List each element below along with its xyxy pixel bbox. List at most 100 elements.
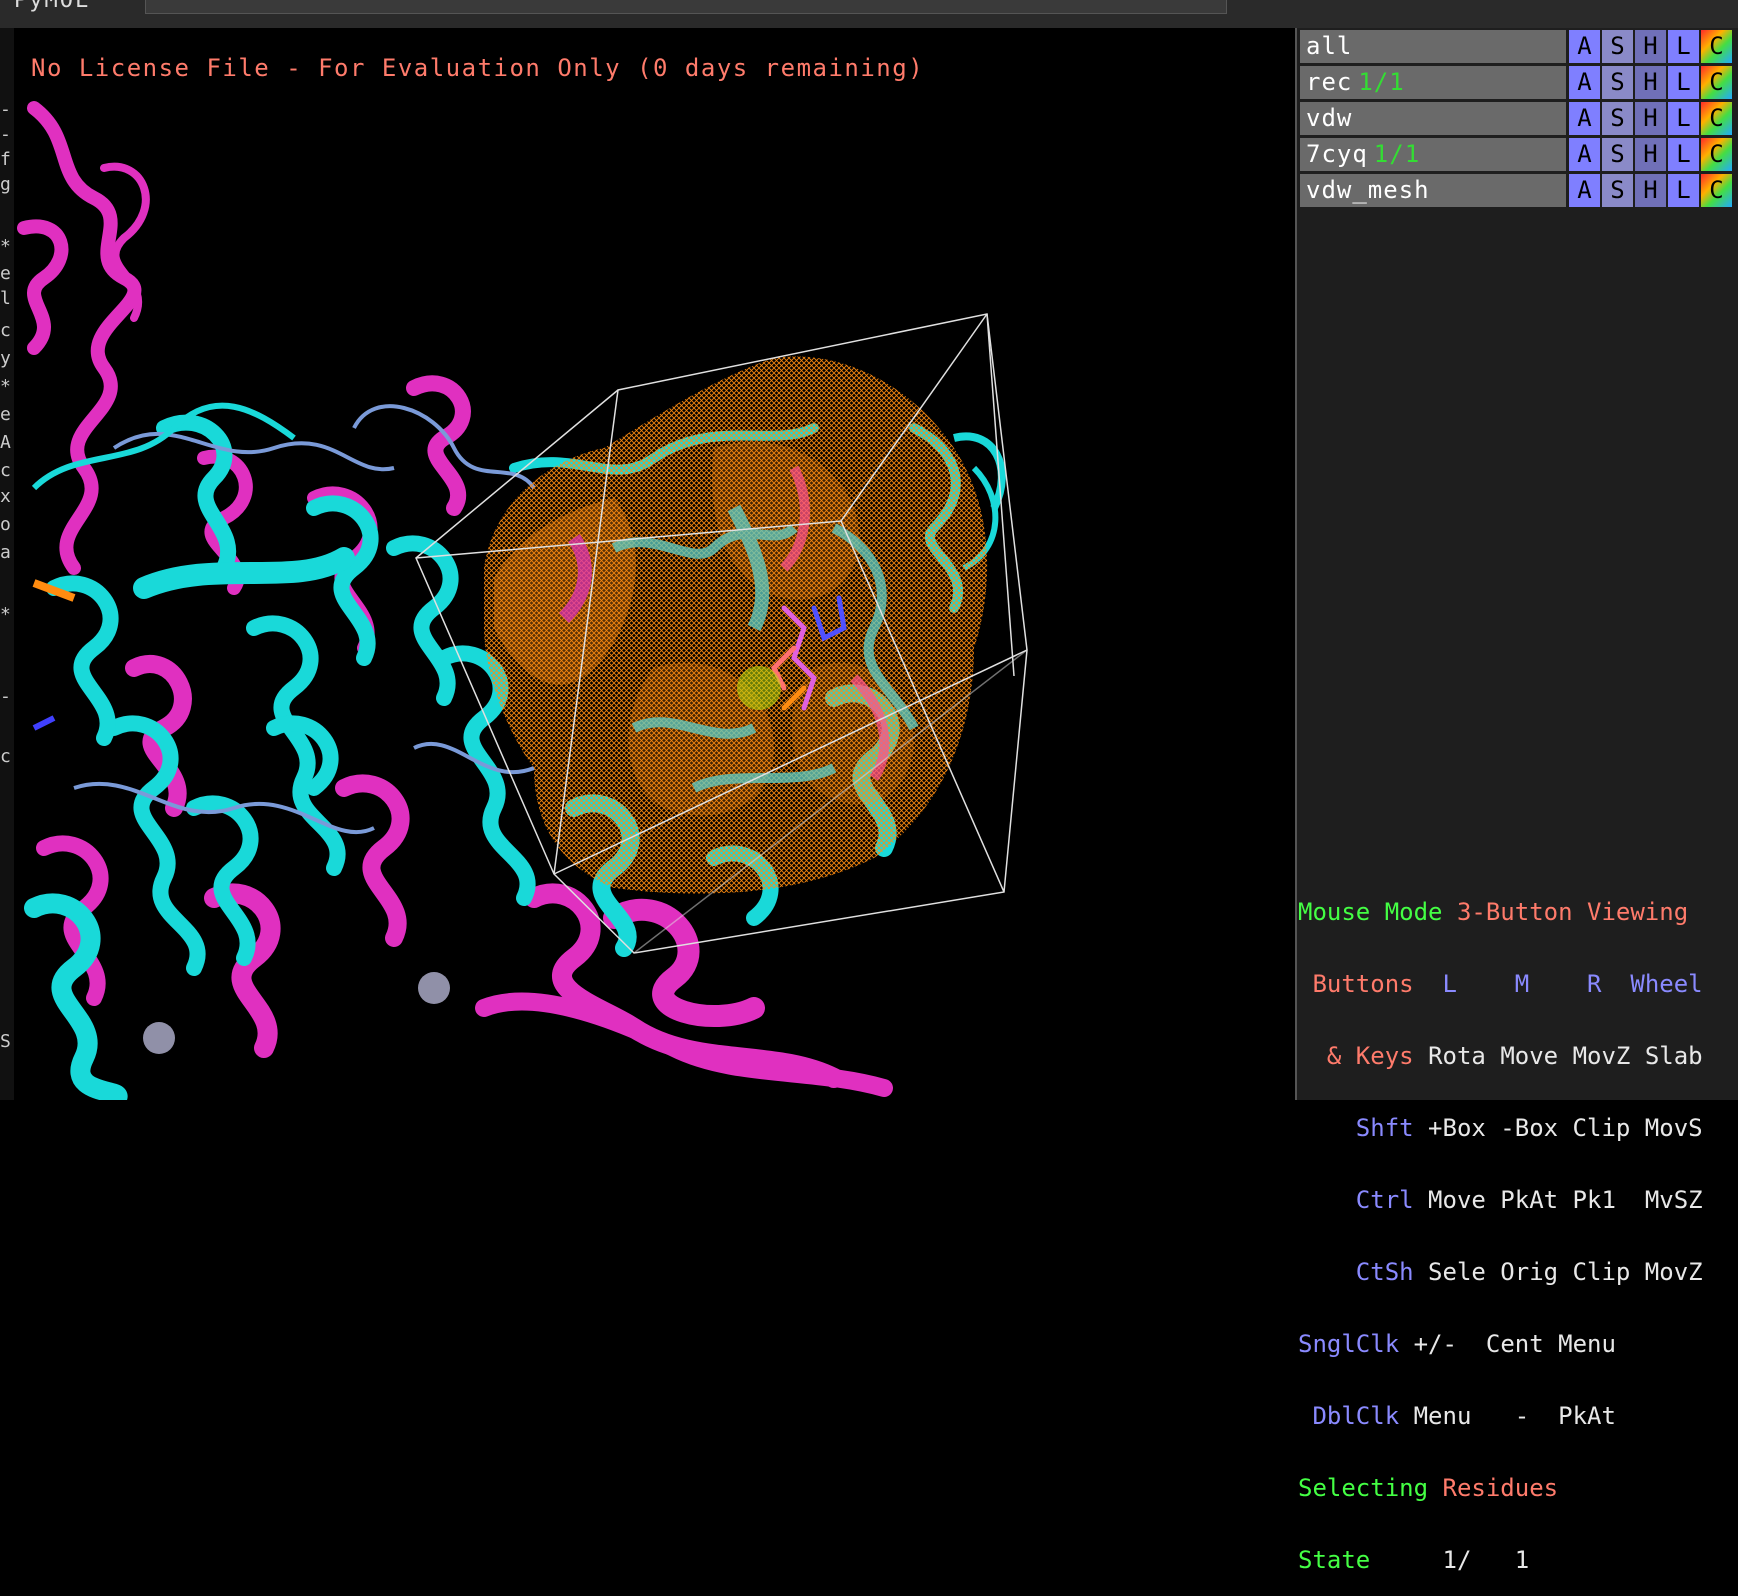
- blue-stick: [32, 715, 56, 731]
- console-char: c: [0, 320, 11, 341]
- binding: Pk1: [1572, 1186, 1616, 1214]
- label-button[interactable]: L: [1668, 138, 1699, 171]
- mouse-mode-panel[interactable]: Mouse Mode 3-Button Viewing Buttons L M …: [1298, 852, 1738, 1596]
- binding: Cent: [1485, 1330, 1544, 1358]
- object-row-vdw: vdw A S H L C: [1300, 102, 1737, 136]
- mouse-mode-value[interactable]: 3-Button Viewing: [1457, 898, 1688, 926]
- ion-sphere: [418, 972, 450, 1004]
- binding: Menu: [1558, 1330, 1616, 1358]
- col-wheel: Wheel: [1630, 970, 1703, 998]
- ion-sphere: [143, 1022, 175, 1054]
- show-button[interactable]: S: [1602, 102, 1633, 135]
- binding: +Box: [1428, 1114, 1486, 1142]
- action-button[interactable]: A: [1569, 138, 1600, 171]
- state-value: 1/: [1442, 1546, 1472, 1574]
- console-char: f: [0, 149, 11, 170]
- col-middle: M: [1514, 970, 1530, 998]
- action-button[interactable]: A: [1569, 30, 1600, 63]
- console-char: y: [0, 348, 11, 369]
- keys-label: & Keys: [1326, 1042, 1414, 1070]
- binding: Move: [1500, 1042, 1559, 1070]
- action-button[interactable]: A: [1569, 66, 1600, 99]
- console-char: x: [0, 486, 11, 507]
- console-char: l: [0, 288, 11, 309]
- label-button[interactable]: L: [1668, 66, 1699, 99]
- binding: -: [1514, 1402, 1530, 1430]
- ctsh-label: CtSh: [1355, 1258, 1414, 1286]
- binding: Menu: [1413, 1402, 1472, 1430]
- binding: Orig: [1500, 1258, 1559, 1286]
- show-button[interactable]: S: [1602, 174, 1633, 207]
- binding: MovS: [1644, 1114, 1703, 1142]
- color-button[interactable]: C: [1701, 102, 1732, 135]
- console-char: g: [0, 174, 11, 195]
- binding: +/-: [1413, 1330, 1457, 1358]
- binding: Clip: [1572, 1114, 1631, 1142]
- molecule-scene[interactable]: [14, 28, 1295, 1100]
- binding: Rota: [1428, 1042, 1486, 1070]
- console-char: c: [0, 460, 11, 481]
- title-bar: PyMOL: [0, 0, 1738, 28]
- selecting-value[interactable]: Residues: [1443, 1474, 1559, 1502]
- command-input[interactable]: [145, 0, 1227, 14]
- console-char: *: [0, 604, 11, 625]
- 3d-viewport[interactable]: No License File - For Evaluation Only (0…: [14, 28, 1295, 1100]
- object-row-all: all A S H L C: [1300, 30, 1737, 64]
- console-char: e: [0, 404, 11, 425]
- col-right: R: [1587, 970, 1602, 998]
- action-button[interactable]: A: [1569, 102, 1600, 135]
- binding: Sele: [1428, 1258, 1486, 1286]
- color-button[interactable]: C: [1701, 174, 1732, 207]
- state-total: 1: [1514, 1546, 1530, 1574]
- console-char: o: [0, 514, 11, 535]
- hide-button[interactable]: H: [1635, 174, 1666, 207]
- dbl-label: DblClk: [1312, 1402, 1400, 1430]
- show-button[interactable]: S: [1602, 30, 1633, 63]
- console-char: -: [0, 99, 11, 120]
- object-row-7cyq: 7cyq 1/1 A S H L C: [1300, 138, 1737, 172]
- hide-button[interactable]: H: [1635, 30, 1666, 63]
- object-name-vdw-mesh[interactable]: vdw_mesh: [1300, 174, 1566, 207]
- object-name-all[interactable]: all: [1300, 30, 1566, 63]
- vdw-mesh-surface: [484, 356, 988, 894]
- console-char: c: [0, 746, 11, 767]
- console-char: S: [0, 1031, 11, 1052]
- object-name-vdw[interactable]: vdw: [1300, 102, 1566, 135]
- color-button[interactable]: C: [1701, 66, 1732, 99]
- label-button[interactable]: L: [1668, 30, 1699, 63]
- object-name-7cyq[interactable]: 7cyq 1/1: [1300, 138, 1566, 171]
- buttons-label: Buttons: [1312, 970, 1414, 998]
- hide-button[interactable]: H: [1635, 138, 1666, 171]
- shft-label: Shft: [1355, 1114, 1414, 1142]
- binding: Move: [1428, 1186, 1486, 1214]
- label-button[interactable]: L: [1668, 174, 1699, 207]
- show-button[interactable]: S: [1602, 66, 1633, 99]
- hide-button[interactable]: H: [1635, 102, 1666, 135]
- binding: MvSZ: [1644, 1186, 1703, 1214]
- binding: MovZ: [1572, 1042, 1631, 1070]
- show-button[interactable]: S: [1602, 138, 1633, 171]
- hide-button[interactable]: H: [1635, 66, 1666, 99]
- label-button[interactable]: L: [1668, 102, 1699, 135]
- metal-ion-sphere: [737, 666, 781, 710]
- left-console-strip: - - f g * e l c y * e A c x o a * - c S: [0, 28, 14, 1100]
- color-button[interactable]: C: [1701, 30, 1732, 63]
- col-left: L: [1442, 970, 1457, 998]
- selecting-label: Selecting: [1298, 1474, 1429, 1502]
- object-name-rec[interactable]: rec 1/1: [1300, 66, 1566, 99]
- action-button[interactable]: A: [1569, 174, 1600, 207]
- console-char: -: [0, 124, 11, 145]
- ctrl-label: Ctrl: [1355, 1186, 1414, 1214]
- app-title: PyMOL: [14, 0, 91, 13]
- binding: Clip: [1572, 1258, 1631, 1286]
- binding: Slab: [1644, 1042, 1703, 1070]
- console-char: -: [0, 686, 11, 707]
- console-char: A: [0, 432, 11, 453]
- object-row-rec: rec 1/1 A S H L C: [1300, 66, 1737, 100]
- binding: PkAt: [1558, 1402, 1616, 1430]
- state-label: State: [1298, 1546, 1371, 1574]
- binding: PkAt: [1500, 1186, 1559, 1214]
- binding: MovZ: [1644, 1258, 1703, 1286]
- object-row-vdw-mesh: vdw_mesh A S H L C: [1300, 174, 1737, 208]
- color-button[interactable]: C: [1701, 138, 1732, 171]
